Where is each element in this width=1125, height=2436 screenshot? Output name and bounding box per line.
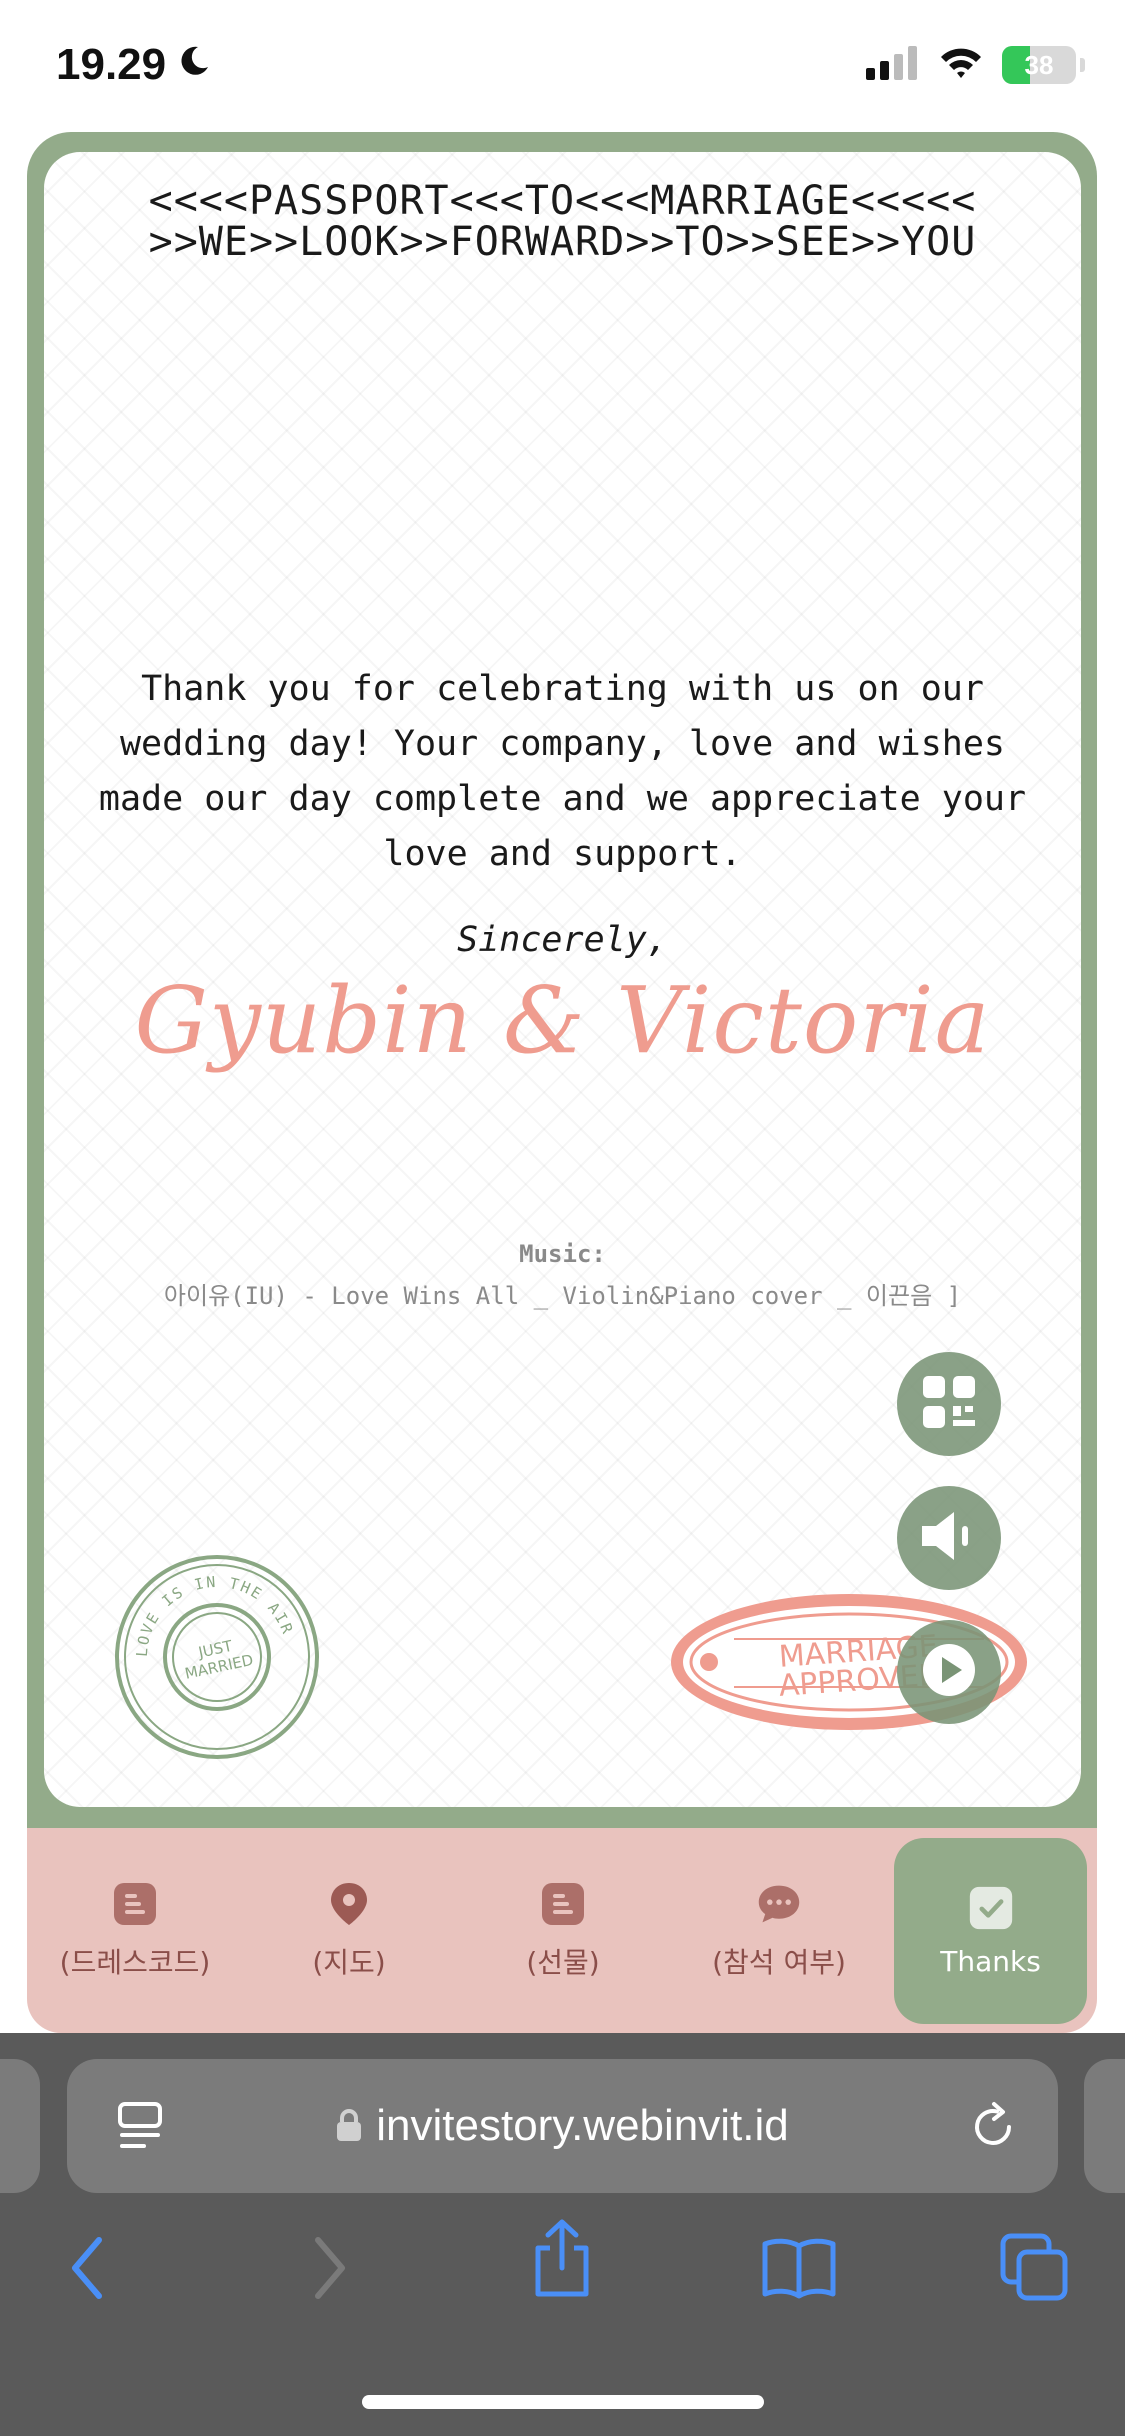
cellular-signal-icon [866, 46, 920, 84]
previous-tab-preview[interactable] [0, 2059, 40, 2193]
mute-toggle-button[interactable] [897, 1486, 1001, 1590]
url-text: invitestory.webinvit.id [376, 2101, 789, 2150]
battery-percent: 38 [1024, 49, 1054, 80]
bookmarks-button[interactable] [754, 2230, 844, 2310]
thank-you-message: Thank you for celebrating with us on our… [98, 669, 1027, 874]
tab-rsvp-label: (참석 여부) [712, 1945, 846, 1979]
address-bar[interactable]: invitestory.webinvit.id [67, 2059, 1058, 2193]
tabs-icon [999, 2232, 1071, 2308]
home-indicator[interactable] [362, 2395, 764, 2409]
battery-indicator: 38 [1002, 46, 1076, 84]
tab-map-label: (지도) [312, 1945, 386, 1979]
tab-rsvp[interactable]: (참석 여부) [674, 1828, 884, 2033]
url-display[interactable]: invitestory.webinvit.id [67, 2101, 1058, 2153]
lock-icon [336, 2103, 362, 2153]
music-label: Music: [519, 1240, 606, 1268]
next-tab-preview[interactable] [1084, 2059, 1125, 2193]
mrz-line-2: >>WE>>LOOK>>FORWARD>>TO>>SEE>>YOU [148, 219, 977, 265]
back-button[interactable] [42, 2230, 132, 2310]
music-title: 아이유(IU) - Love Wins All _ Violin&Piano c… [163, 1282, 962, 1310]
moon-icon [176, 40, 212, 90]
tab-dress-code-label: (드레스코드) [59, 1945, 211, 1979]
tab-gift[interactable]: (선물) [463, 1828, 663, 2033]
mrz-line-1: <<<<PASSPORT<<<TO<<<MARRIAGE<<<<< [148, 178, 977, 224]
status-indicators: 38 [866, 46, 1085, 84]
just-married-stamp: LOVE IS IN THE AIR JUST MARRIED [115, 1555, 319, 1759]
play-icon [921, 1642, 977, 1702]
document-icon [540, 1881, 586, 1927]
reload-icon[interactable] [967, 2101, 1019, 2157]
location-pin-icon [326, 1881, 372, 1927]
share-button[interactable] [517, 2218, 607, 2302]
back-icon [67, 2236, 107, 2304]
sincerely-text: Sincerely, [457, 920, 668, 960]
forward-icon [310, 2236, 350, 2304]
battery-tip [1080, 58, 1085, 72]
tab-gift-label: (선물) [526, 1945, 600, 1979]
tab-thanks[interactable]: Thanks [894, 1838, 1087, 2024]
status-time-text: 19.29 [56, 40, 167, 89]
share-icon [530, 2218, 594, 2302]
chat-bubble-icon [756, 1881, 802, 1927]
tabs-button[interactable] [990, 2230, 1080, 2310]
bookmarks-icon [761, 2236, 837, 2304]
status-time: 19.29 [56, 40, 212, 90]
tab-thanks-label: Thanks [940, 1944, 1041, 1978]
document-icon [112, 1881, 158, 1927]
checkbox-icon [968, 1885, 1014, 1931]
qr-code-button[interactable] [897, 1352, 1001, 1456]
speaker-icon [918, 1508, 980, 1568]
bottom-tab-bar: (드레스코드) (지도) (선물) (참석 여부) Thanks [27, 1828, 1097, 2033]
play-button[interactable] [897, 1620, 1001, 1724]
forward-button[interactable] [285, 2230, 375, 2310]
tab-map[interactable]: (지도) [249, 1828, 449, 2033]
tab-dress-code[interactable]: (드레스코드) [35, 1828, 235, 2033]
wifi-icon [938, 46, 984, 84]
qr-code-icon [921, 1374, 977, 1434]
couple-names: Gyubin & Victoria [134, 967, 991, 1074]
status-bar: 19.29 38 [0, 0, 1125, 135]
